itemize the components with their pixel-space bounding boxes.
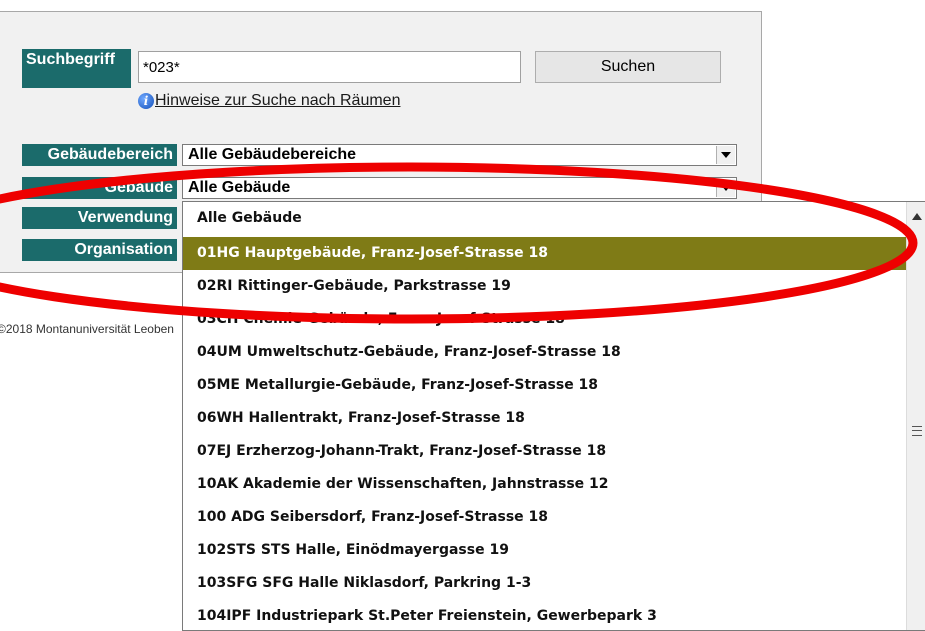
dropdown-option[interactable]: 06WH Hallentrakt, Franz-Josef-Strasse 18 [183, 402, 908, 435]
dropdown-option[interactable]: 10AK Akademie der Wissenschaften, Jahnst… [183, 468, 908, 501]
building-dropdown-list[interactable]: Alle Gebäude 01HG Hauptgebäude, Franz-Jo… [182, 201, 925, 631]
organisation-label: Organisation [22, 239, 177, 261]
info-icon: i [138, 93, 154, 109]
dropdown-option-selected[interactable]: 01HG Hauptgebäude, Franz-Josef-Strasse 1… [183, 237, 908, 270]
search-input[interactable]: *023* [138, 51, 521, 83]
chevron-down-icon[interactable] [716, 146, 735, 164]
search-button[interactable]: Suchen [535, 51, 721, 83]
usage-label: Verwendung [22, 207, 177, 229]
building-label: Gebäude [22, 177, 177, 199]
dropdown-option[interactable]: 03CH Chemie-Gebäude, Franz-Josef-Strasse… [183, 303, 908, 336]
search-hint-link[interactable]: Hinweise zur Suche nach Räumen [155, 92, 400, 110]
dropdown-option[interactable]: 02RI Rittinger-Gebäude, Parkstrasse 19 [183, 270, 908, 303]
scroll-up-arrow-icon[interactable] [912, 213, 922, 220]
dropdown-option[interactable]: 04UM Umweltschutz-Gebäude, Franz-Josef-S… [183, 336, 908, 369]
dropdown-option[interactable]: 104IPF Industriepark St.Peter Freienstei… [183, 600, 908, 630]
dropdown-option[interactable]: 100 ADG Seibersdorf, Franz-Josef-Strasse… [183, 501, 908, 534]
dropdown-option[interactable]: 07EJ Erzherzog-Johann-Trakt, Franz-Josef… [183, 435, 908, 468]
scroll-grip-icon[interactable] [912, 426, 922, 436]
dropdown-option[interactable]: 102STS STS Halle, Einödmayergasse 19 [183, 534, 908, 567]
building-area-label: Gebäudebereich [22, 144, 177, 166]
chevron-down-icon[interactable] [716, 179, 735, 197]
building-value: Alle Gebäude [188, 179, 291, 196]
search-hint[interactable]: i Hinweise zur Suche nach Räumen [138, 90, 400, 112]
building-area-value: Alle Gebäudebereiche [188, 146, 357, 163]
building-select[interactable]: Alle Gebäude [182, 177, 737, 199]
copyright-footer: ©2018 Montanuniversität Leoben [0, 322, 174, 336]
dropdown-option[interactable]: 05ME Metallurgie-Gebäude, Franz-Josef-St… [183, 369, 908, 402]
dropdown-option[interactable]: Alle Gebäude [183, 202, 908, 235]
building-area-select[interactable]: Alle Gebäudebereiche [182, 144, 737, 166]
dropdown-scrollbar[interactable] [906, 202, 925, 630]
dropdown-option[interactable]: 103SFG SFG Halle Niklasdorf, Parkring 1-… [183, 567, 908, 600]
search-label: Suchbegriff [22, 49, 131, 88]
